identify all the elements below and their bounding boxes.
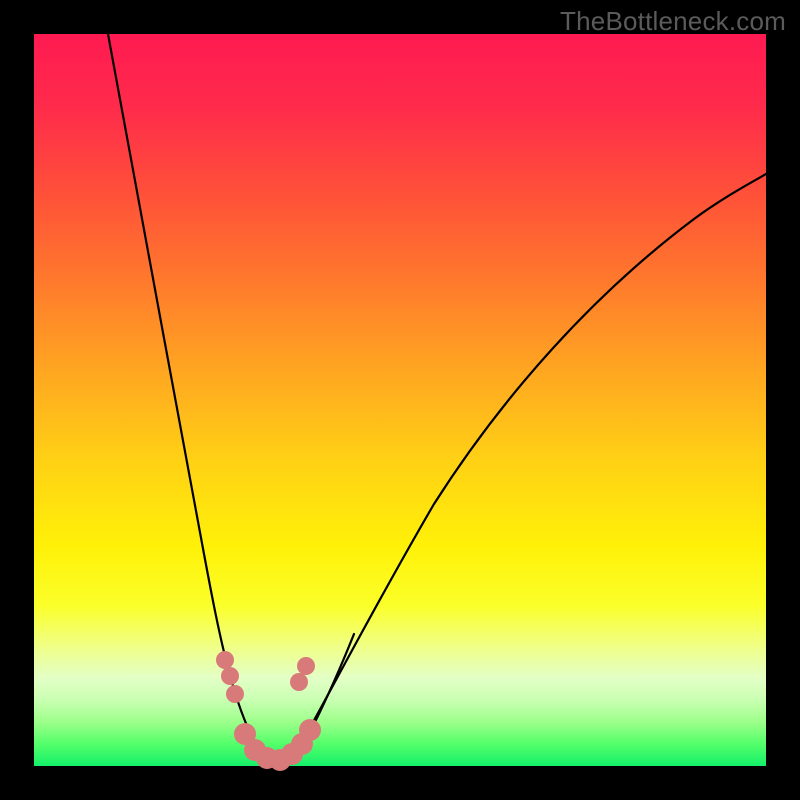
chart-frame: TheBottleneck.com: [0, 0, 800, 800]
marker-dot: [226, 685, 244, 703]
curve-layer: [34, 34, 766, 766]
plot-area: [34, 34, 766, 766]
marker-dot: [297, 657, 315, 675]
marker-dot: [290, 673, 308, 691]
marker-dot: [221, 667, 239, 685]
right-curve: [288, 174, 766, 766]
watermark-text: TheBottleneck.com: [560, 6, 786, 37]
marker-dot: [299, 719, 321, 741]
